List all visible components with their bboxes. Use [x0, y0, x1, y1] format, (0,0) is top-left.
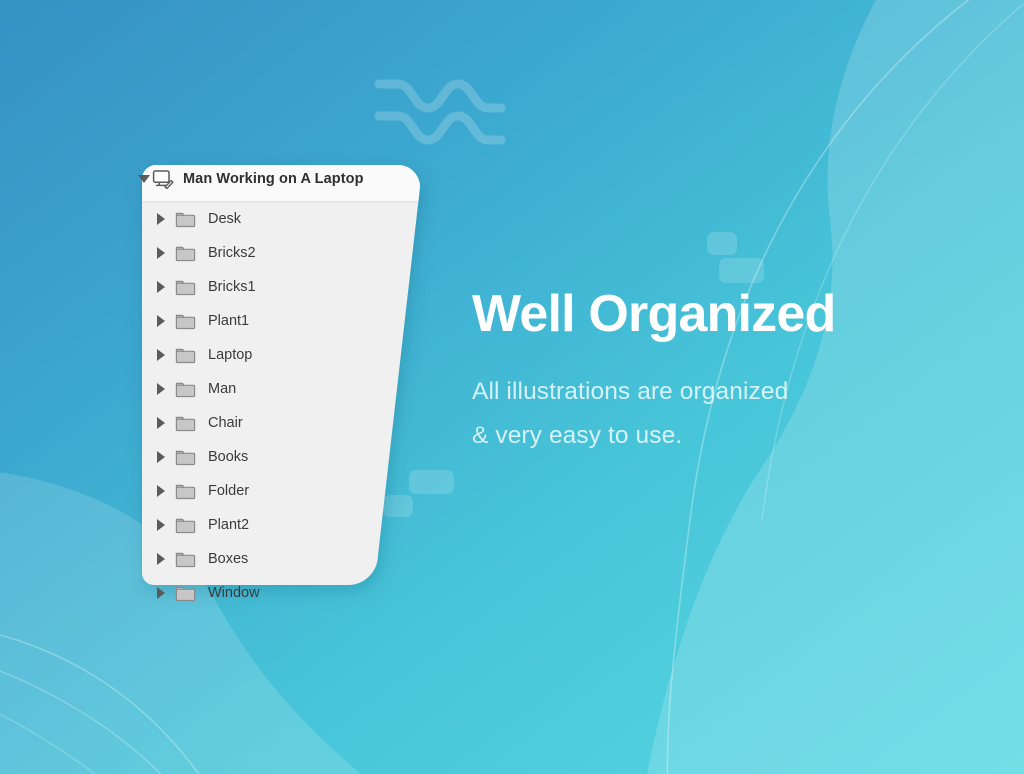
rounded-square-small	[707, 232, 737, 255]
triangle-right-icon[interactable]	[157, 281, 165, 293]
layer-row[interactable]: Window	[128, 576, 420, 610]
layer-row-label: Bricks2	[208, 245, 256, 261]
triangle-right-icon[interactable]	[157, 315, 165, 327]
layer-row[interactable]: Chair	[128, 406, 420, 440]
artboard-icon	[152, 169, 174, 189]
layer-row-label: Desk	[208, 211, 242, 227]
rounded-square-wide	[719, 258, 764, 283]
triangle-right-icon[interactable]	[157, 247, 165, 259]
layer-row[interactable]: Plant1	[128, 304, 420, 338]
layer-row[interactable]: Folder	[128, 474, 420, 508]
folder-icon	[175, 212, 196, 227]
folder-icon	[175, 314, 196, 329]
layer-row[interactable]: Laptop	[128, 338, 420, 372]
layer-row[interactable]: Books	[128, 440, 420, 474]
triangle-right-icon[interactable]	[157, 519, 165, 531]
triangle-right-icon[interactable]	[157, 553, 165, 565]
layer-row-label: Plant2	[208, 517, 250, 533]
layer-row-label: Books	[208, 449, 249, 465]
triangle-down-icon[interactable]	[138, 174, 150, 183]
subtitle-line-2: & very easy to use.	[472, 421, 683, 449]
triangle-right-icon[interactable]	[157, 587, 165, 599]
layer-row-label: Boxes	[208, 551, 249, 567]
layer-row[interactable]: Man	[128, 372, 420, 406]
folder-icon	[175, 246, 196, 261]
folder-icon	[175, 450, 196, 465]
layer-row[interactable]: Boxes	[128, 542, 420, 576]
folder-icon	[175, 382, 196, 397]
layers-panel[interactable]: Man Working on A Laptop Desk Bricks2 Brick…	[128, 155, 420, 615]
folder-icon	[175, 348, 196, 363]
folder-icon	[175, 416, 196, 431]
layer-row-label: Man	[208, 381, 237, 397]
page-title: Well Organized	[472, 285, 836, 343]
layer-row-label: Bricks1	[208, 279, 256, 295]
layer-row-label: Window	[208, 585, 260, 601]
layer-row[interactable]: Plant2	[128, 508, 420, 542]
folder-icon	[175, 518, 196, 533]
triangle-right-icon[interactable]	[157, 485, 165, 497]
panel-header-row[interactable]: Man Working on A Laptop	[128, 155, 420, 202]
triangle-right-icon[interactable]	[157, 349, 165, 361]
layer-row-label: Folder	[208, 483, 250, 499]
folder-icon	[175, 552, 196, 567]
layer-row[interactable]: Bricks1	[128, 270, 420, 304]
layer-rows: Desk Bricks2 Bricks1 Plant1 Laptop Man Chair Bo…	[128, 202, 420, 610]
triangle-right-icon[interactable]	[157, 383, 165, 395]
layer-row-label: Plant1	[208, 313, 250, 329]
triangle-right-icon[interactable]	[157, 451, 165, 463]
folder-icon	[175, 484, 196, 499]
layer-row-label: Laptop	[208, 347, 253, 363]
panel-title: Man Working on A Laptop	[183, 170, 364, 187]
folder-icon	[175, 280, 196, 295]
page-subtitle: All illustrations are organized & very e…	[472, 370, 788, 457]
triangle-right-icon[interactable]	[157, 417, 165, 429]
poster-canvas: Man Working on A Laptop Desk Bricks2 Brick…	[0, 0, 1024, 774]
subtitle-line-1: All illustrations are organized	[472, 378, 789, 405]
folder-icon	[175, 586, 196, 601]
layer-row[interactable]: Bricks2	[128, 236, 420, 270]
layer-row-label: Chair	[208, 415, 243, 431]
layer-row[interactable]: Desk	[128, 202, 420, 236]
triangle-right-icon[interactable]	[157, 213, 165, 225]
